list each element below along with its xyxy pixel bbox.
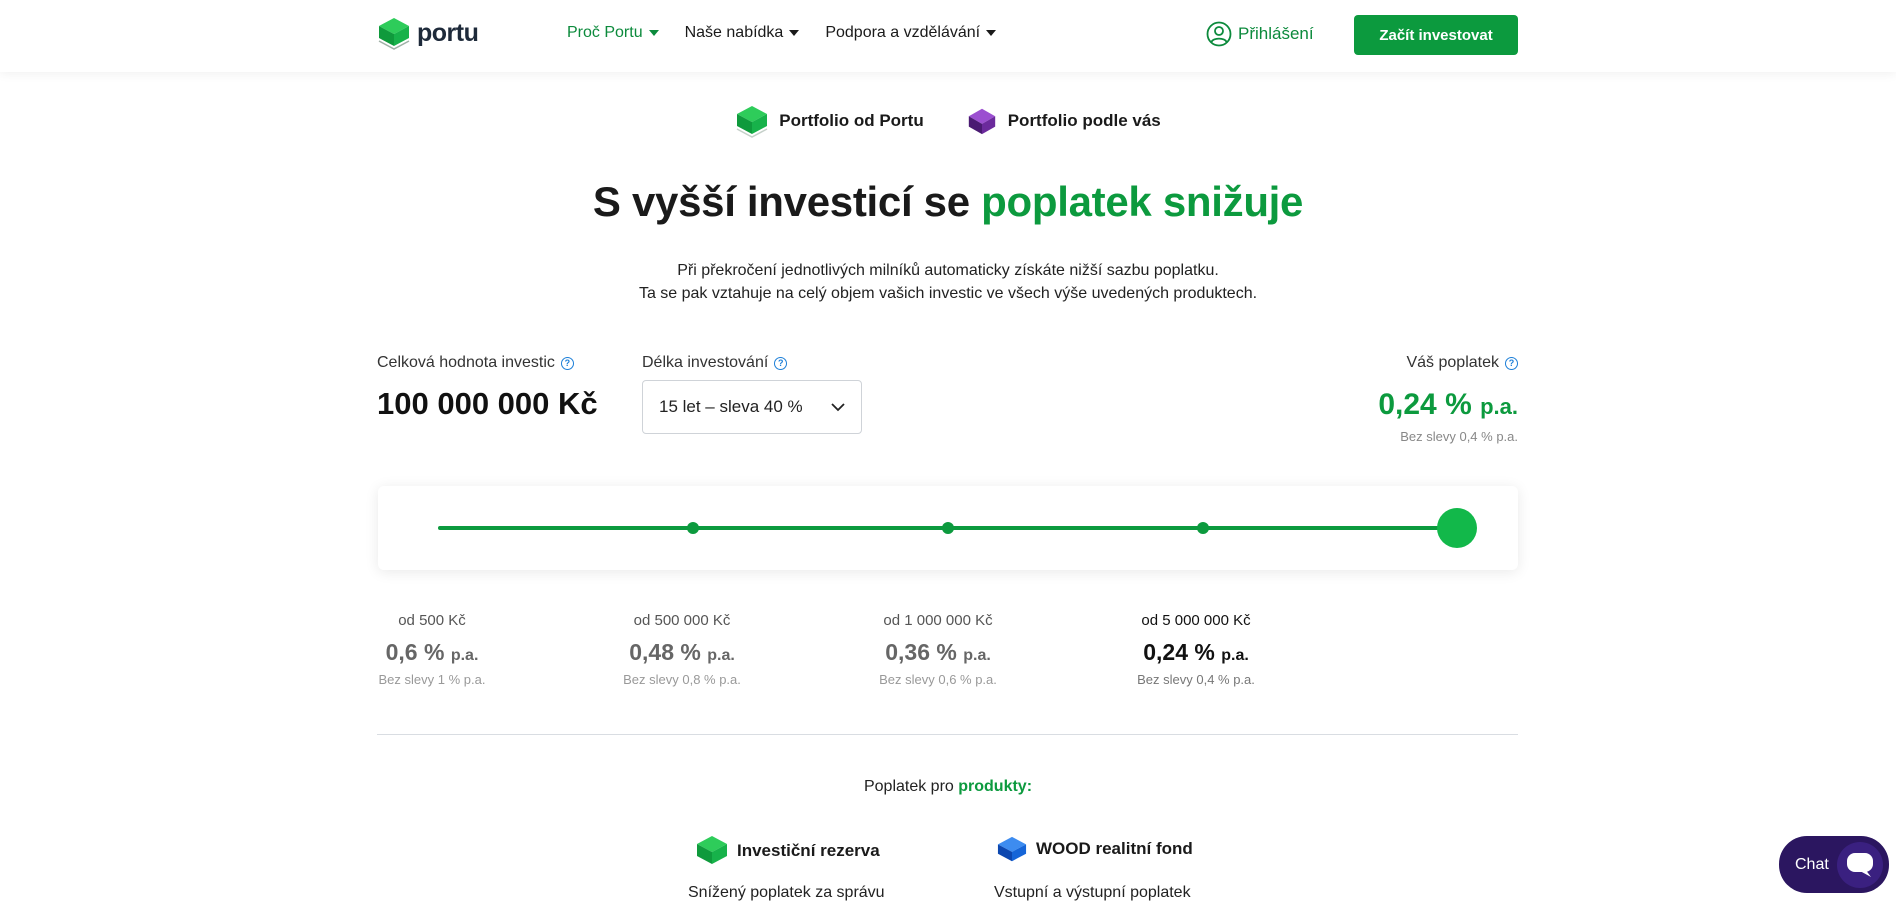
amount-slider-card [378, 486, 1518, 570]
product-name: WOOD realitní fond [1036, 839, 1193, 858]
fee-tier: od 500 000 Kč 0,48 % p.a. Bez slevy 0,8 … [617, 612, 747, 687]
tab-label: Portfolio od Portu [779, 111, 924, 130]
tier-fee-value: 0,6 % [385, 639, 445, 665]
tier-note: Bez slevy 0,6 % p.a. [879, 672, 997, 687]
tier-from: od 500 Kč [398, 612, 466, 629]
tier-note: Bez slevy 1 % p.a. [378, 672, 486, 687]
page-title: S vyšší investicí se poplatek snižuje [0, 178, 1896, 226]
intro-text: Při překročení jednotlivých milníků auto… [0, 259, 1896, 305]
fee-value: 0,24 % p.a. [1378, 388, 1518, 422]
title-accent: poplatek snižuje [981, 178, 1304, 225]
products-title-text: Poplatek pro [863, 778, 959, 795]
duration-label-text: Délka investování [642, 354, 769, 371]
tier-fee-value: 0,48 % [629, 639, 701, 665]
purple-cube-icon [968, 108, 995, 135]
tier-fee: 0,24 % p.a. [1126, 639, 1266, 666]
slider-milestone [1197, 522, 1209, 534]
tier-fee: 0,6 % p.a. [377, 639, 487, 666]
portu-logo-icon [378, 18, 410, 50]
slider-milestone [942, 522, 954, 534]
tier-fee-unit: p.a. [450, 647, 479, 664]
duration-select[interactable]: 15 let – sleva 40 % [642, 380, 862, 434]
user-icon [1206, 21, 1232, 47]
login-label: Přihlášení [1238, 24, 1314, 43]
green-cube-icon [736, 106, 768, 138]
amount-label-text: Celková hodnota investic [377, 354, 555, 371]
products-title: Poplatek pro produkty: [0, 778, 1896, 796]
intro-line: Ta se pak vztahuje na celý objem vašich … [638, 285, 1258, 302]
product-wood-fond[interactable]: WOOD realitní fond [996, 834, 1193, 864]
fee-tier: od 500 Kč 0,6 % p.a. Bez slevy 1 % p.a. [377, 612, 487, 687]
amount-value: 100 000 000 Kč [377, 386, 598, 421]
title-part: S vyšší investicí se [592, 178, 982, 225]
help-icon[interactable]: ? [560, 356, 574, 370]
nav-proc-portu[interactable]: Proč Portu [567, 24, 659, 42]
fee-unit: p.a. [1480, 394, 1518, 419]
fee-label-text: Váš poplatek [1406, 354, 1499, 371]
caret-down-icon [648, 30, 659, 36]
blue-cube-icon [997, 836, 1027, 862]
nav-nase-nabidka[interactable]: Naše nabídka [685, 24, 800, 42]
main-nav: Proč Portu Naše nabídka Podpora a vzdělá… [567, 24, 997, 42]
tab-label: Portfolio podle vás [1007, 111, 1161, 130]
chevron-down-icon [831, 402, 845, 411]
tier-fee-unit: p.a. [1221, 647, 1249, 664]
caret-down-icon [789, 30, 800, 36]
top-header: portu Proč Portu Naše nabídka Podpora a … [0, 0, 1896, 72]
duration-value: 15 let – sleva 40 % [659, 397, 803, 416]
start-investing-button[interactable]: Začít investovat [1354, 15, 1518, 55]
fee-label: Váš poplatek ? [1406, 354, 1518, 372]
nav-label: Podpora a vzdělávání [825, 24, 981, 41]
green-cube-icon [697, 836, 727, 864]
tier-fee-unit: p.a. [963, 647, 991, 664]
products-title-accent: produkty: [958, 778, 1033, 795]
fee-note: Bez slevy 0,4 % p.a. [1400, 429, 1518, 444]
help-icon[interactable]: ? [774, 356, 788, 370]
portfolio-switch: Portfolio od Portu Portfolio podle vás [0, 104, 1896, 138]
tier-note: Bez slevy 0,4 % p.a. [1137, 672, 1255, 687]
nav-podpora[interactable]: Podpora a vzdělávání [825, 24, 997, 42]
tier-fee-value: 0,24 % [1143, 639, 1215, 665]
product-investicni-rezerva[interactable]: Investiční rezerva [695, 834, 880, 868]
fee-value-number: 0,24 % [1378, 388, 1472, 421]
product-sub: Vstupní a výstupní poplatek [994, 884, 1191, 901]
intro-line: Při překročení jednotlivých milníků auto… [677, 262, 1219, 279]
slider-milestone [687, 522, 699, 534]
help-icon[interactable]: ? [1505, 356, 1518, 370]
tier-from: od 1 000 000 Kč [883, 612, 993, 629]
duration-label: Délka investování ? [642, 354, 788, 372]
section-divider [377, 734, 1518, 735]
tab-portfolio-od-portu[interactable]: Portfolio od Portu [735, 104, 924, 138]
fee-tier: od 1 000 000 Kč 0,36 % p.a. Bez slevy 0,… [872, 612, 1004, 687]
tier-fee: 0,36 % p.a. [872, 639, 1004, 666]
tier-note: Bez slevy 0,8 % p.a. [623, 672, 741, 687]
tier-fee: 0,48 % p.a. [617, 639, 747, 666]
tab-portfolio-podle-vas[interactable]: Portfolio podle vás [966, 104, 1161, 138]
fee-tier-current: od 5 000 000 Kč 0,24 % p.a. Bez slevy 0,… [1126, 612, 1266, 687]
caret-down-icon [986, 30, 997, 36]
tier-fee-value: 0,36 % [885, 639, 957, 665]
slider-thumb[interactable] [1437, 508, 1477, 548]
nav-label: Naše nabídka [684, 24, 784, 41]
portu-logo[interactable]: portu [377, 16, 479, 50]
logo-text: portu [417, 18, 479, 47]
chat-button[interactable]: Chat [1779, 836, 1889, 893]
tier-from: od 5 000 000 Kč [1141, 612, 1251, 629]
tier-fee-unit: p.a. [707, 647, 735, 664]
nav-label: Proč Portu [567, 24, 643, 41]
product-name: Investiční rezerva [737, 841, 880, 860]
login-link[interactable]: Přihlášení [1206, 21, 1314, 47]
amount-label: Celková hodnota investic ? [377, 354, 574, 372]
chat-bubble-icon [1837, 842, 1883, 888]
product-sub: Snížený poplatek za správu [688, 884, 885, 901]
chat-label: Chat [1795, 855, 1829, 873]
tier-from: od 500 000 Kč [633, 612, 731, 629]
